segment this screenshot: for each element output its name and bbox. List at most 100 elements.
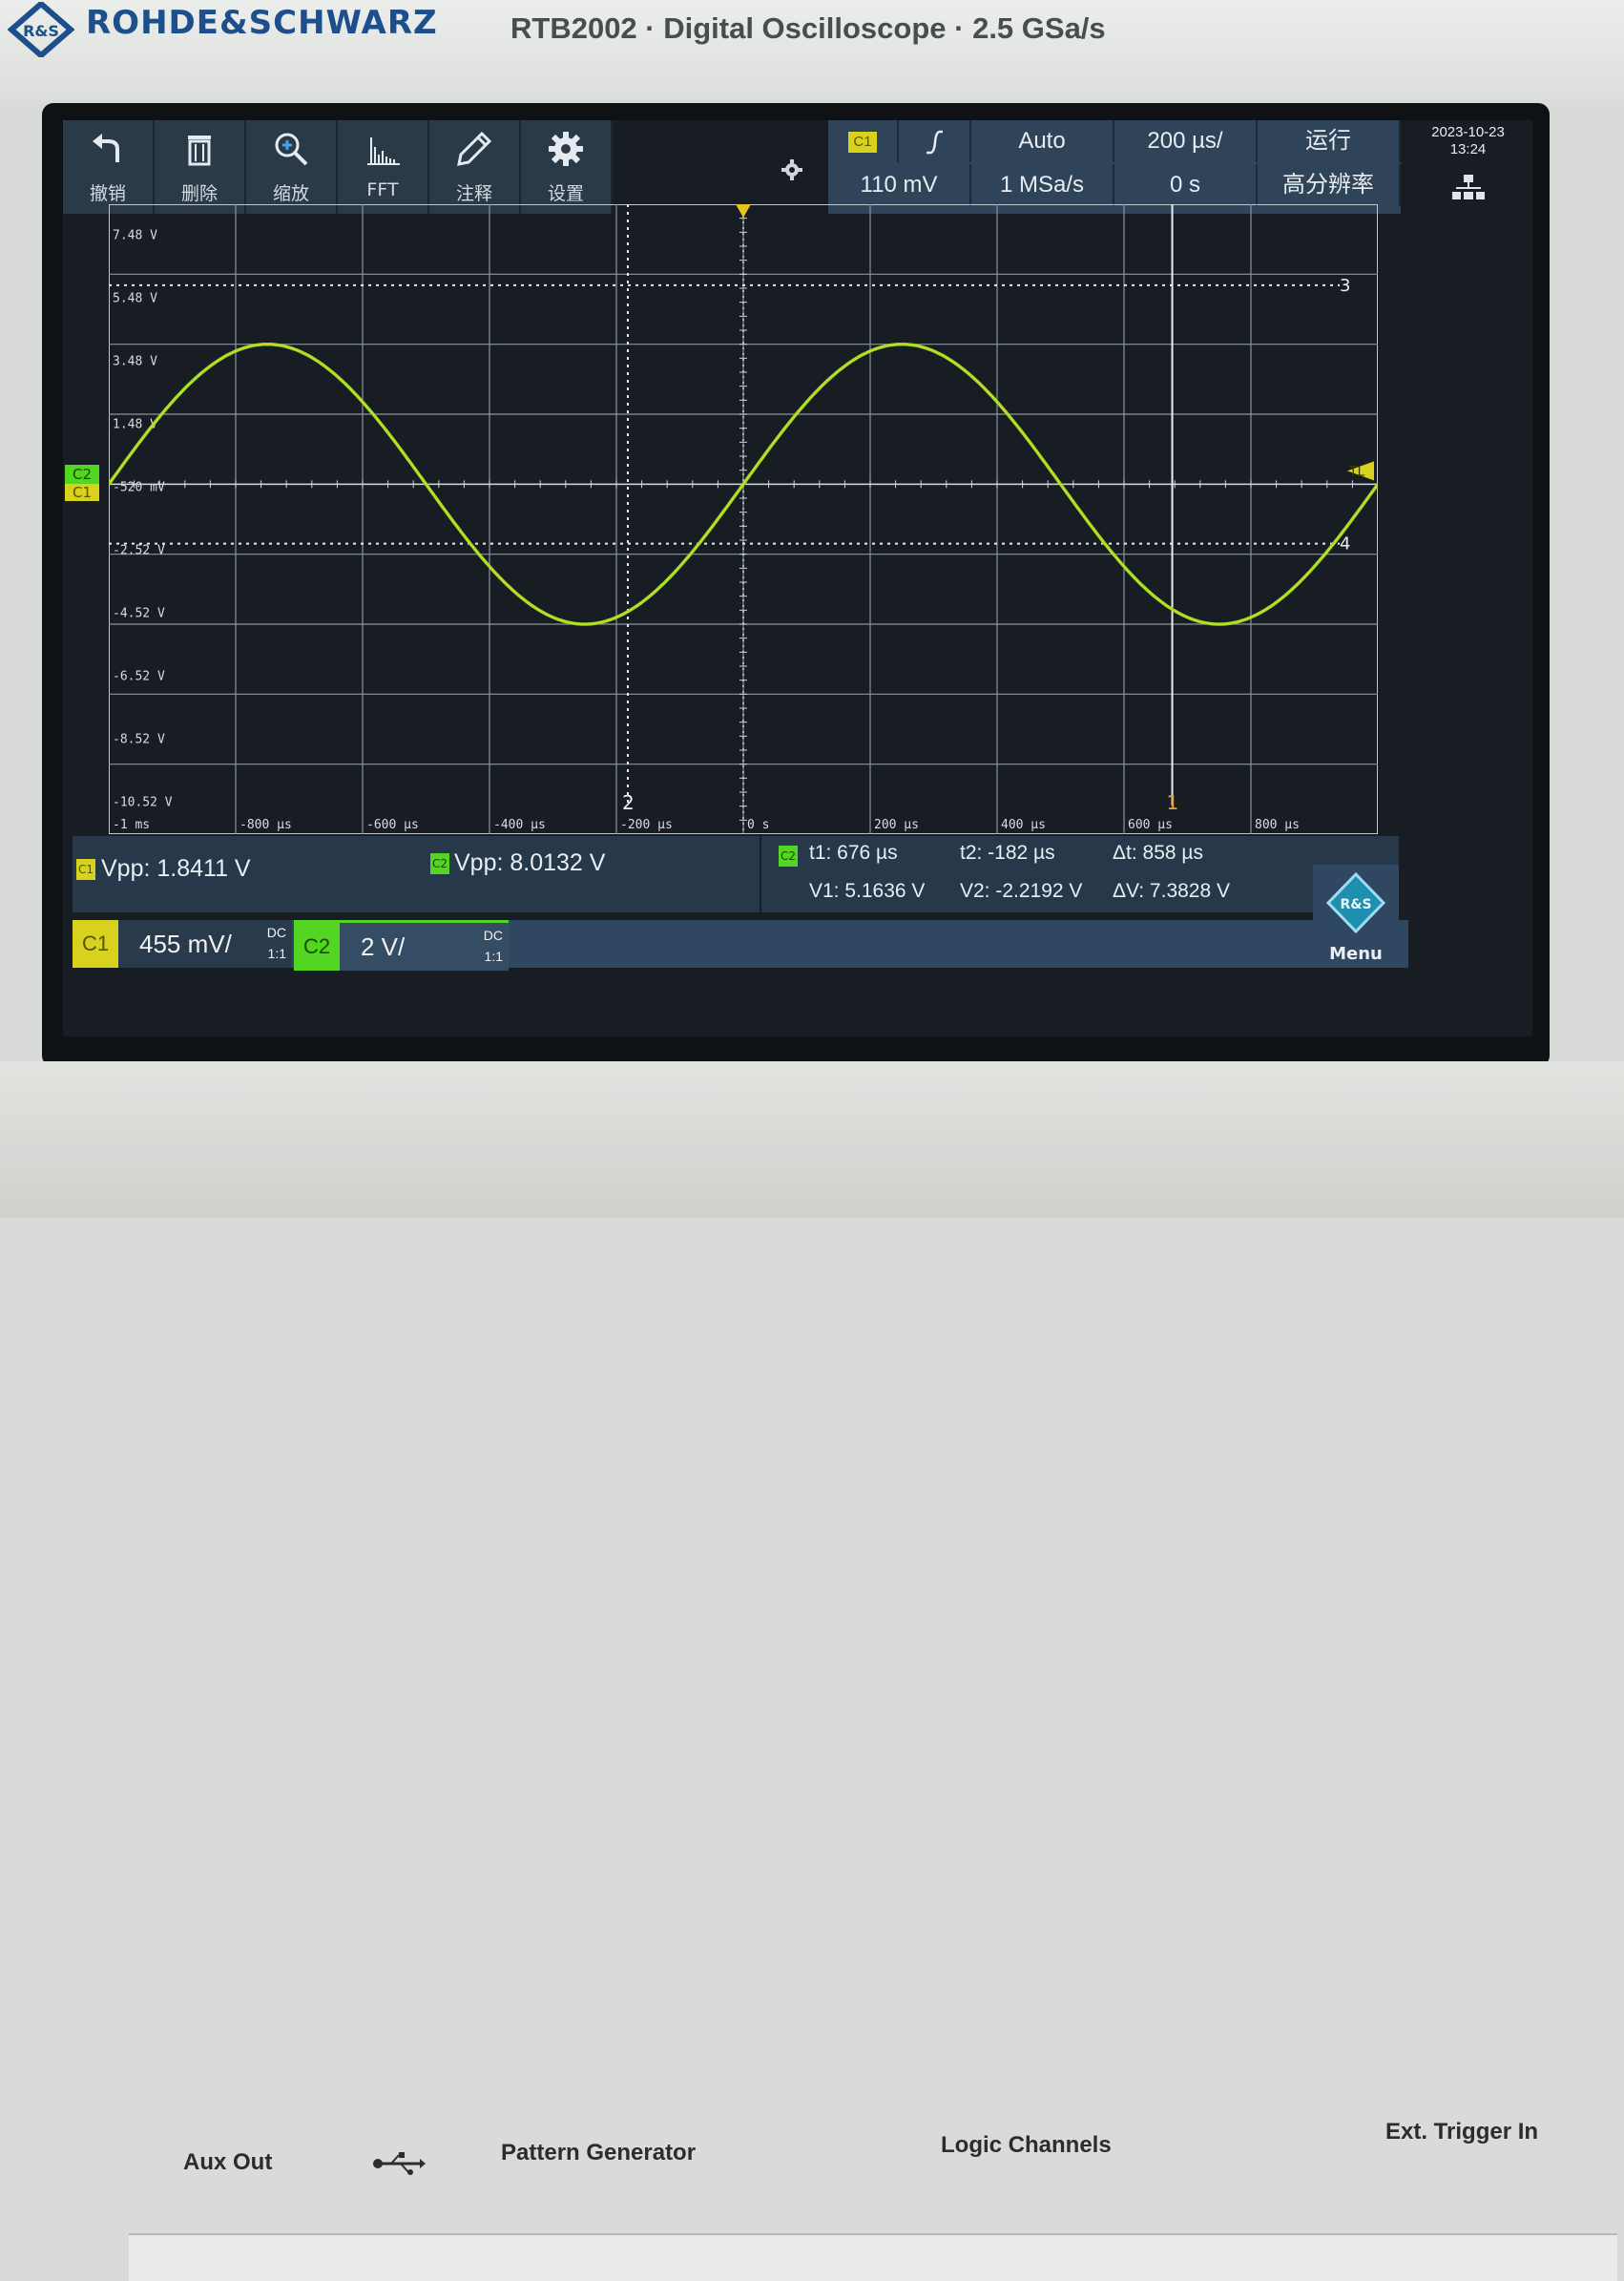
menu-label: Menu bbox=[1329, 944, 1383, 964]
cursor-4-label: 4 bbox=[1340, 534, 1350, 555]
c2-measure-chip: C2 bbox=[430, 853, 449, 874]
cursor-2-label: 2 bbox=[622, 791, 635, 814]
channel-c2-tab[interactable]: C2 2 V/ DC 1:1 bbox=[294, 920, 509, 971]
ext-trigger-in-label: Ext. Trigger In bbox=[1385, 2119, 1539, 2145]
trigger-mode[interactable]: Auto bbox=[971, 120, 1114, 162]
trigger-position-marker[interactable] bbox=[736, 204, 751, 218]
instrument-bottom-bezel: Aux Out Pattern Generator Logic Channels… bbox=[0, 1061, 1624, 2281]
annotate-button[interactable]: 注释 bbox=[429, 120, 521, 214]
delete-button[interactable]: 删除 bbox=[155, 120, 246, 214]
aux-out-label: Aux Out bbox=[183, 2149, 273, 2175]
zoom-button[interactable]: 缩放 bbox=[246, 120, 338, 214]
gear-icon bbox=[549, 132, 583, 166]
c2-scale: 2 V/ bbox=[361, 932, 406, 961]
timebase[interactable]: 200 µs/ bbox=[1114, 120, 1258, 162]
trigger-slope[interactable] bbox=[899, 120, 971, 162]
date-text: 2023-10-23 bbox=[1431, 124, 1505, 140]
quick-settings-gear-icon[interactable] bbox=[781, 158, 803, 181]
datetime: 2023-10-23 13:24 bbox=[1408, 124, 1528, 158]
zoom-label: 缩放 bbox=[272, 183, 309, 204]
horizontal-position[interactable]: 0 s bbox=[1114, 164, 1258, 206]
c2-tag: C2 bbox=[294, 923, 340, 971]
annotate-label: 注释 bbox=[455, 183, 492, 204]
run-state[interactable]: 运行 bbox=[1258, 120, 1401, 162]
y-axis-label: -6.52 V bbox=[113, 669, 165, 683]
delete-label: 删除 bbox=[180, 183, 218, 204]
oscilloscope-screen: 撤销 删除 缩放 FFT 注释 设置 C1 110 mV Auto 1 MSa/… bbox=[63, 120, 1532, 1036]
logic-channels-label: Logic Channels bbox=[941, 2132, 1112, 2158]
c2-vpp[interactable]: Vpp: 8.0132 V bbox=[454, 849, 605, 877]
y-axis-label: -10.52 V bbox=[113, 795, 173, 809]
svg-text:R&S: R&S bbox=[23, 22, 59, 40]
menu-button[interactable]: R&S Menu bbox=[1313, 865, 1399, 968]
pencil-icon bbox=[457, 131, 492, 166]
trigger-source[interactable]: C1 bbox=[828, 120, 899, 162]
measurement-divider bbox=[760, 836, 761, 912]
y-axis-label: 3.48 V bbox=[113, 354, 157, 368]
trash-icon bbox=[188, 136, 211, 166]
rs-logo-icon: R&S bbox=[8, 2, 74, 57]
toolbar: 撤销 删除 缩放 FFT 注释 设置 bbox=[63, 120, 613, 214]
x-axis-label: -800 µs bbox=[239, 818, 292, 832]
grid-lines bbox=[109, 204, 1378, 834]
undo-button[interactable]: 撤销 bbox=[63, 120, 155, 214]
x-axis-label: -600 µs bbox=[366, 818, 419, 832]
c1-marker: C1 bbox=[65, 484, 99, 502]
instrument-top-bezel: R&S ROHDE&SCHWARZ RTB2002 · Digital Osci… bbox=[0, 0, 1624, 100]
y-axis-label: 5.48 V bbox=[113, 291, 157, 305]
channel-c1-tab[interactable]: C1 455 mV/ DC 1:1 bbox=[73, 920, 292, 968]
undo-label: 撤销 bbox=[89, 183, 126, 204]
cursor-t2: t2: -182 µs bbox=[960, 842, 1055, 864]
c1-probe-ratio: 1:1 bbox=[267, 946, 286, 961]
waveform-graticule[interactable]: 7.48 V5.48 V3.48 V1.48 V-520 mV-2.52 V-4… bbox=[109, 204, 1378, 834]
c2-coupling: DC 1:1 bbox=[484, 925, 503, 967]
trigger-level[interactable]: 110 mV bbox=[828, 164, 971, 206]
cursor-1-label: 1 bbox=[1167, 791, 1179, 814]
x-axis-label: 400 µs bbox=[1001, 818, 1046, 832]
channel-ground-markers[interactable]: C2 C1 bbox=[65, 465, 107, 503]
fft-button[interactable]: FFT bbox=[338, 120, 429, 214]
c2-marker: C2 bbox=[65, 465, 99, 485]
acquisition-mode[interactable]: 高分辨率 bbox=[1258, 164, 1401, 206]
model-line: RTB2002 · Digital Oscilloscope · 2.5 GSa… bbox=[510, 11, 1106, 45]
c1-measure-chip: C1 bbox=[76, 859, 95, 880]
channel-bar: C1 455 mV/ DC 1:1 C2 2 V/ DC 1:1 bbox=[73, 920, 1408, 971]
y-axis-label: 7.48 V bbox=[113, 228, 157, 242]
x-axis-label: -1 ms bbox=[113, 818, 150, 832]
c1-coupling-value: DC bbox=[266, 925, 286, 940]
svg-text:R&S: R&S bbox=[1340, 897, 1371, 912]
c1-vpp[interactable]: Vpp: 1.8411 V bbox=[101, 855, 251, 883]
settings-label: 设置 bbox=[547, 183, 584, 204]
x-axis-label: 0 s bbox=[747, 818, 769, 832]
y-axis-label: -2.52 V bbox=[113, 543, 165, 557]
fft-icon bbox=[367, 137, 400, 165]
x-axis-label: -200 µs bbox=[620, 818, 673, 832]
y-axis-labels: 7.48 V5.48 V3.48 V1.48 V-520 mV-2.52 V-4… bbox=[113, 228, 173, 809]
c2-probe-ratio: 1:1 bbox=[484, 949, 503, 964]
sample-rate[interactable]: 1 MSa/s bbox=[971, 164, 1114, 206]
trigger-level-label: TL bbox=[1348, 464, 1365, 479]
settings-button[interactable]: 设置 bbox=[521, 120, 613, 214]
measurement-bar: C1 Vpp: 1.8411 V C2 Vpp: 8.0132 V C2 t1:… bbox=[73, 836, 1399, 912]
y-axis-label: -520 mV bbox=[113, 480, 165, 494]
cursor-source-chip: C2 bbox=[779, 846, 798, 867]
cursor-3-label: 3 bbox=[1340, 276, 1350, 296]
c1-tag: C1 bbox=[73, 920, 118, 968]
x-axis-label: 800 µs bbox=[1255, 818, 1300, 832]
undo-icon bbox=[93, 134, 119, 162]
x-axis-label: 600 µs bbox=[1128, 818, 1173, 832]
c1-coupling: DC 1:1 bbox=[267, 922, 286, 964]
x-axis-label: -400 µs bbox=[493, 818, 546, 832]
trigger-level-marker[interactable]: TL bbox=[1347, 461, 1374, 481]
rising-edge-icon bbox=[927, 130, 943, 154]
port-strip bbox=[129, 2233, 1617, 2281]
brand-name: ROHDE&SCHWARZ bbox=[86, 4, 438, 42]
cursor-t1: t1: 676 µs bbox=[809, 842, 898, 864]
usb-icon bbox=[373, 2152, 426, 2175]
pattern-generator-label: Pattern Generator bbox=[501, 2140, 697, 2166]
y-axis-label: -4.52 V bbox=[113, 606, 165, 620]
zoom-icon bbox=[275, 133, 308, 166]
cursor-v1: V1: 5.1636 V bbox=[809, 880, 926, 902]
cursor-delta-v: ΔV: 7.3828 V bbox=[1113, 880, 1230, 902]
cursor-delta-t: Δt: 858 µs bbox=[1113, 842, 1204, 864]
